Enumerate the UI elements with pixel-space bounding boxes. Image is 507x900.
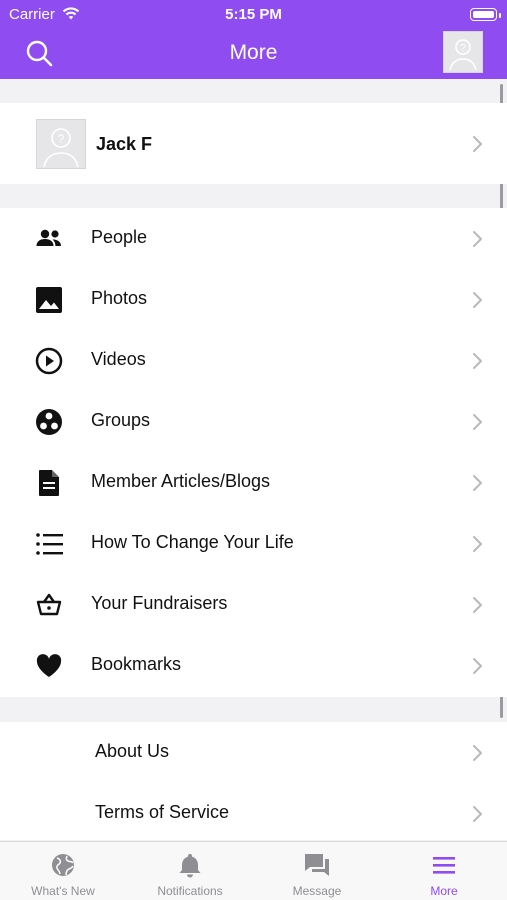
chevron-right-icon <box>473 414 482 430</box>
chevron-right-icon <box>473 536 482 552</box>
tab-message[interactable]: Message <box>254 842 380 900</box>
videos-icon <box>35 347 63 375</box>
svg-text:?: ? <box>460 43 466 54</box>
chevron-right-icon <box>473 353 482 369</box>
chevron-right-icon <box>473 231 482 247</box>
profile-row[interactable]: ? Jack F <box>0 103 507 184</box>
chevron-right-icon <box>473 136 482 152</box>
menu-item-change-life[interactable]: How To Change Your Life <box>0 513 507 574</box>
battery-icon <box>470 8 497 21</box>
groups-icon <box>36 409 62 435</box>
menu-item-videos[interactable]: Videos <box>0 330 507 391</box>
battery-tip <box>499 13 501 18</box>
tab-bar: What's New Notifications Message More <box>0 841 507 900</box>
status-time: 5:15 PM <box>225 6 282 23</box>
menu-item-articles[interactable]: Member Articles/Blogs <box>0 452 507 513</box>
tab-label: Message <box>292 884 342 898</box>
menu-item-photos[interactable]: Photos <box>0 269 507 330</box>
header-avatar-button[interactable]: ? <box>443 31 483 73</box>
secondary-menu: About Us Terms of Service <box>0 722 507 840</box>
menu-item-terms[interactable]: Terms of Service <box>0 783 507 844</box>
tab-notifications[interactable]: Notifications <box>127 842 253 900</box>
photos-icon <box>36 287 62 313</box>
bell-icon <box>179 854 201 878</box>
menu-item-label: Your Fundraisers <box>91 593 228 613</box>
chevron-right-icon <box>473 806 482 822</box>
menu-item-label: Terms of Service <box>95 802 230 822</box>
tab-more[interactable]: More <box>381 842 507 900</box>
menu-list: People Photos Videos Groups Member Artic… <box>0 208 507 697</box>
menu-item-groups[interactable]: Groups <box>0 391 507 452</box>
message-icon <box>305 854 329 876</box>
menu-item-label: How To Change Your Life <box>91 532 294 552</box>
page-title: More <box>229 41 278 64</box>
chevron-right-icon <box>473 475 482 491</box>
menu-item-people[interactable]: People <box>0 208 507 269</box>
menu-item-label: Photos <box>91 288 148 308</box>
tab-label: More <box>430 884 458 898</box>
globe-icon <box>52 854 74 876</box>
people-icon <box>36 229 61 246</box>
chevron-right-icon <box>473 745 482 761</box>
menu-item-label: Groups <box>91 410 151 430</box>
status-bar: Carrier 5:15 PM <box>0 5 507 23</box>
chevron-right-icon <box>473 292 482 308</box>
menu-item-label: About Us <box>95 741 170 761</box>
document-icon <box>39 470 59 496</box>
nav-header: Carrier 5:15 PM More ? <box>0 0 507 79</box>
avatar-placeholder-icon: ? <box>449 39 477 71</box>
menu-item-label: Videos <box>91 349 146 369</box>
profile-name: Jack F <box>96 134 153 154</box>
menu-item-label: Bookmarks <box>91 654 182 674</box>
list-icon <box>36 533 63 555</box>
menu-item-bookmarks[interactable]: Bookmarks <box>0 635 507 696</box>
chevron-right-icon <box>473 597 482 613</box>
tab-whats-new[interactable]: What's New <box>0 842 126 900</box>
avatar: ? <box>36 119 86 169</box>
basket-icon <box>36 593 62 616</box>
menu-item-label: People <box>91 227 148 247</box>
svg-text:?: ? <box>58 132 65 146</box>
chevron-right-icon <box>473 658 482 674</box>
heart-icon <box>36 654 62 677</box>
menu-item-about-us[interactable]: About Us <box>0 722 507 783</box>
tab-label: What's New <box>31 884 95 898</box>
menu-item-label: Member Articles/Blogs <box>91 471 271 491</box>
avatar-placeholder-icon: ? <box>43 128 79 168</box>
tab-label: Notifications <box>157 884 223 898</box>
menu-icon <box>433 857 455 874</box>
menu-item-fundraisers[interactable]: Your Fundraisers <box>0 574 507 635</box>
